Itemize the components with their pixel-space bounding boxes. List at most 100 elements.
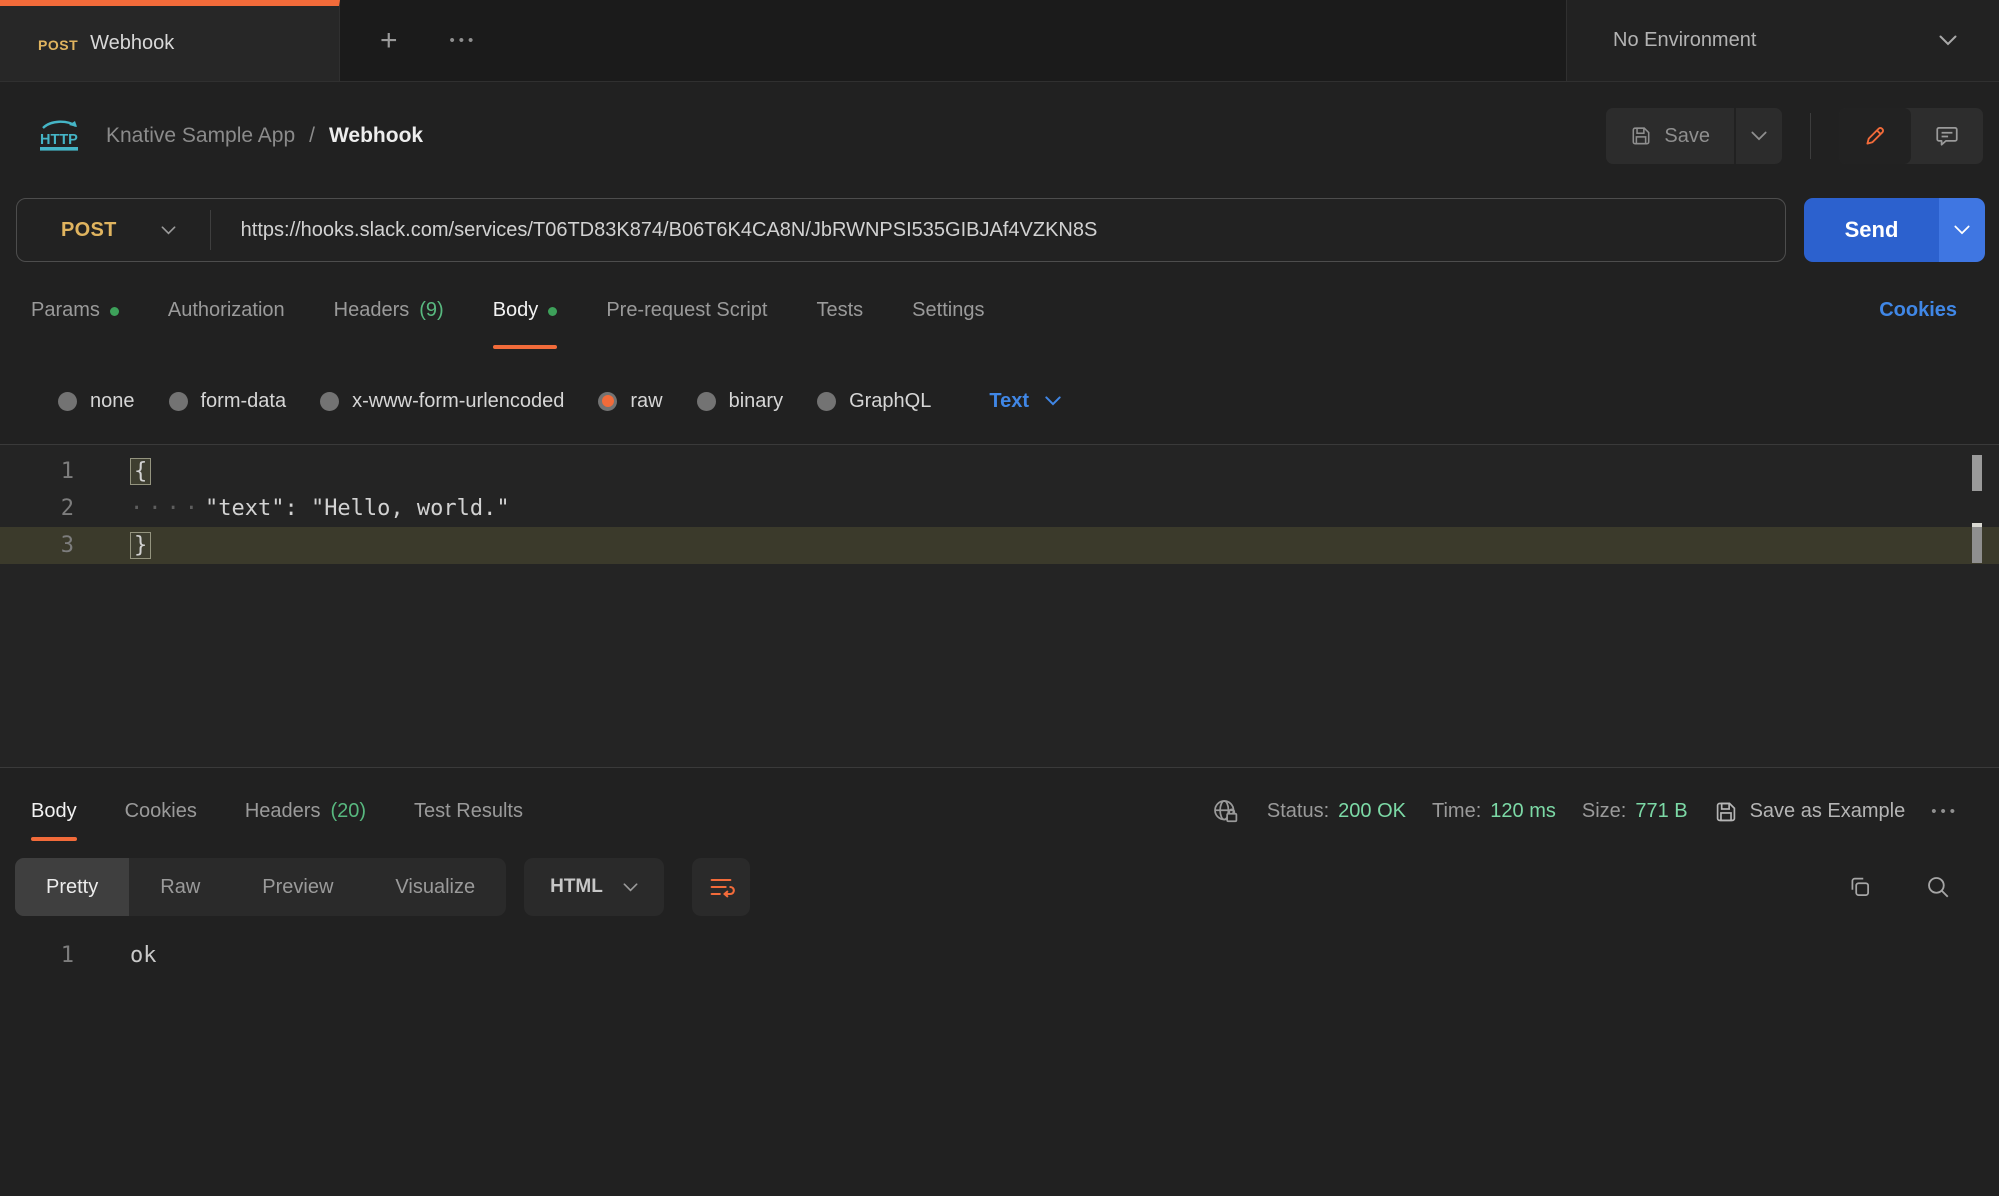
view-pretty[interactable]: Pretty xyxy=(15,858,129,916)
view-raw[interactable]: Raw xyxy=(129,858,231,916)
cookies-link[interactable]: Cookies xyxy=(1879,299,1957,322)
line-number: 1 xyxy=(0,459,74,484)
line-number: 1 xyxy=(0,943,74,968)
response-tab-test-results[interactable]: Test Results xyxy=(414,768,523,855)
chevron-down-icon xyxy=(623,883,638,892)
body-type-none[interactable]: none xyxy=(58,390,135,413)
time-label: Time: xyxy=(1432,800,1481,823)
tab-body[interactable]: Body xyxy=(493,262,558,358)
editor-line[interactable]: 1 { xyxy=(0,453,1999,490)
tab-pre-request-script[interactable]: Pre-request Script xyxy=(606,262,767,358)
view-preview[interactable]: Preview xyxy=(231,858,364,916)
body-type-graphql[interactable]: GraphQL xyxy=(817,390,931,413)
time-value: 120 ms xyxy=(1490,800,1556,823)
response-format-selector[interactable]: HTML xyxy=(524,858,664,916)
method-label: POST xyxy=(61,219,117,242)
tab-label: Settings xyxy=(912,299,984,322)
tab-label: Tests xyxy=(816,299,863,322)
chevron-down-icon xyxy=(1045,396,1061,406)
send-split-button: Send xyxy=(1804,198,1985,262)
tab-more-options-icon[interactable]: ••• xyxy=(450,32,478,49)
raw-language-selector[interactable]: Text xyxy=(989,390,1061,413)
line-number: 2 xyxy=(0,496,74,521)
tab-title: Webhook xyxy=(90,32,174,55)
tab-params[interactable]: Params xyxy=(31,262,119,358)
method-selector[interactable]: POST xyxy=(17,199,210,261)
response-section: Body Cookies Headers (20) Test Results xyxy=(0,767,1999,974)
body-type-form-data[interactable]: form-data xyxy=(169,390,287,413)
radio-icon xyxy=(817,392,836,411)
http-request-icon: HTTP xyxy=(36,118,84,154)
save-floppy-icon xyxy=(1714,800,1738,824)
edit-mode-button[interactable] xyxy=(1839,108,1911,164)
response-tab-cookies[interactable]: Cookies xyxy=(125,768,197,855)
url-bar: POST https://hooks.slack.com/services/T0… xyxy=(16,198,1786,262)
response-toolbar: Pretty Raw Preview Visualize HTML xyxy=(0,855,1999,919)
size-label: Size: xyxy=(1582,800,1626,823)
copy-icon xyxy=(1847,874,1873,900)
matched-brace: { xyxy=(130,458,151,485)
tab-method-badge: POST xyxy=(38,35,78,53)
environment-name: No Environment xyxy=(1613,29,1756,52)
tab-headers[interactable]: Headers (9) xyxy=(334,262,444,358)
copy-response-button[interactable] xyxy=(1847,874,1873,900)
status-label: Status: xyxy=(1267,800,1329,823)
tab-authorization[interactable]: Authorization xyxy=(168,262,285,358)
editor-line-current[interactable]: 3 } xyxy=(0,527,1999,564)
chevron-down-icon xyxy=(1939,35,1957,46)
environment-selector[interactable]: No Environment xyxy=(1566,0,1999,81)
request-header: HTTP Knative Sample App / Webhook Save xyxy=(0,82,1999,190)
radio-label: form-data xyxy=(201,390,287,413)
response-tab-headers[interactable]: Headers (20) xyxy=(245,768,366,855)
scrollbar-cursor-marker[interactable] xyxy=(1972,523,1982,563)
breadcrumb-request-name[interactable]: Webhook xyxy=(329,124,423,148)
tab-label: Test Results xyxy=(414,800,523,823)
view-visualize[interactable]: Visualize xyxy=(364,858,506,916)
chevron-down-icon xyxy=(161,226,176,235)
save-split-button: Save xyxy=(1606,108,1782,164)
tab-label: Body xyxy=(31,800,77,823)
response-body-line[interactable]: 1 ok xyxy=(0,937,1999,974)
body-type-x-www-form-urlencoded[interactable]: x-www-form-urlencoded xyxy=(320,390,564,413)
tab-label: Authorization xyxy=(168,299,285,322)
wrap-text-icon xyxy=(707,873,735,901)
params-indicator-dot xyxy=(110,307,119,316)
send-button[interactable]: Send xyxy=(1804,198,1939,262)
search-response-button[interactable] xyxy=(1925,874,1951,900)
radio-icon xyxy=(169,392,188,411)
tab-label: Cookies xyxy=(125,800,197,823)
tab-settings[interactable]: Settings xyxy=(912,262,984,358)
radio-label: GraphQL xyxy=(849,390,931,413)
language-label: Text xyxy=(989,390,1029,413)
tab-tests[interactable]: Tests xyxy=(816,262,863,358)
save-as-example-button[interactable]: Save as Example xyxy=(1714,800,1906,824)
radio-selected-icon xyxy=(598,392,617,411)
format-label: HTML xyxy=(550,876,603,898)
breadcrumb-collection[interactable]: Knative Sample App xyxy=(106,124,295,148)
editor-mode-toggle xyxy=(1839,108,1983,164)
divider xyxy=(1810,113,1811,159)
wrap-lines-button[interactable] xyxy=(692,858,750,916)
request-body-editor[interactable]: 1 { 2 ····"text": "Hello, world." 3 } xyxy=(0,444,1999,767)
comments-button[interactable] xyxy=(1911,108,1983,164)
save-button[interactable]: Save xyxy=(1606,108,1734,164)
indent-whitespace-dots: ···· xyxy=(130,496,203,521)
save-options-button[interactable] xyxy=(1734,108,1782,164)
chevron-down-icon xyxy=(1954,225,1970,235)
save-as-example-label: Save as Example xyxy=(1750,800,1906,823)
url-input[interactable]: https://hooks.slack.com/services/T06TD83… xyxy=(211,219,1098,242)
pencil-icon xyxy=(1862,123,1888,149)
radio-label: binary xyxy=(729,390,783,413)
new-tab-plus-icon[interactable]: + xyxy=(380,26,398,56)
radio-label: none xyxy=(90,390,135,413)
network-globe-lock-icon[interactable] xyxy=(1211,797,1241,827)
response-more-options-icon[interactable]: ••• xyxy=(1931,803,1959,820)
body-type-raw[interactable]: raw xyxy=(598,390,662,413)
response-time: Time: 120 ms xyxy=(1432,800,1556,823)
editor-line[interactable]: 2 ····"text": "Hello, world." xyxy=(0,490,1999,527)
scrollbar-marker[interactable] xyxy=(1972,455,1982,491)
send-options-button[interactable] xyxy=(1939,198,1985,262)
request-tab-webhook[interactable]: POST Webhook xyxy=(0,0,340,81)
response-tab-body[interactable]: Body xyxy=(31,768,77,855)
body-type-binary[interactable]: binary xyxy=(697,390,783,413)
